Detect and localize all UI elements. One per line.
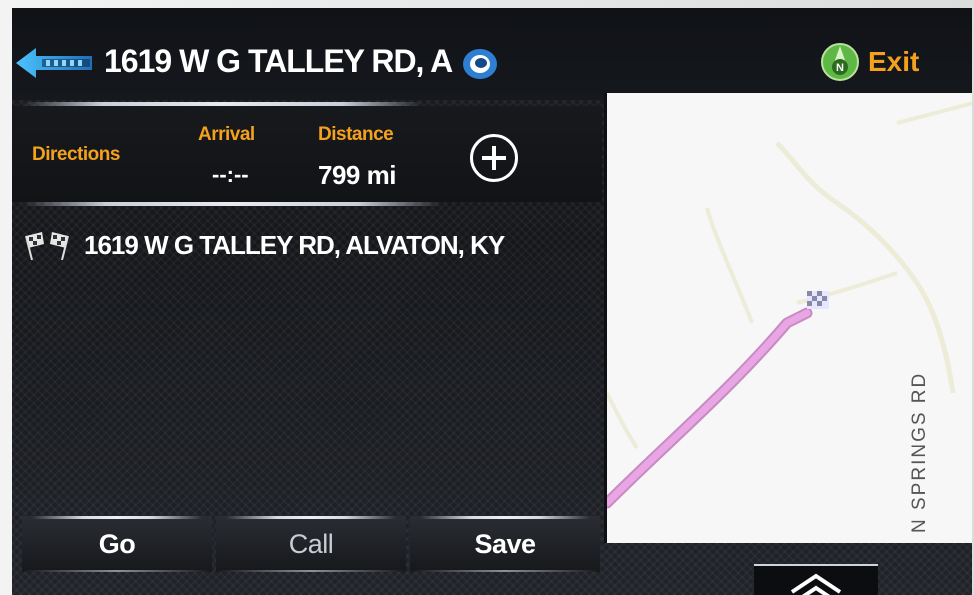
button-highlight: [32, 516, 202, 519]
map-view: N SPRINGS RD: [601, 101, 972, 533]
destination-flag-icon: [807, 291, 829, 309]
map-road: [896, 101, 972, 125]
button-separator: [216, 570, 406, 572]
exit-label: Exit: [868, 46, 920, 77]
button-highlight: [420, 516, 590, 519]
chevron-up-icon: [790, 573, 842, 595]
trip-info-panel: Directions Arrival --:-- Distance 799 mi: [12, 106, 602, 202]
back-arrow-icon[interactable]: [16, 46, 96, 80]
map-panel[interactable]: N SPRINGS RD: [601, 93, 972, 543]
go-button[interactable]: Go: [22, 516, 212, 572]
distance-label: Distance: [318, 124, 394, 145]
distance-value: 799 mi: [318, 160, 396, 190]
map-road: [705, 207, 754, 324]
save-label: Save: [474, 529, 536, 559]
destination-address: 1619 W G TALLEY RD, ALVATON, KY: [84, 230, 505, 260]
call-label: Call: [288, 529, 334, 559]
page-title: 1619 W G TALLEY RD, A: [104, 43, 453, 79]
divider: [22, 202, 442, 206]
exit-button[interactable]: N Exit: [820, 40, 930, 84]
svg-text:N: N: [836, 62, 844, 74]
button-highlight: [226, 516, 396, 519]
map-road: [605, 392, 639, 450]
button-separator: [410, 570, 600, 572]
button-separator: [22, 570, 212, 572]
add-waypoint-button[interactable]: [470, 134, 518, 182]
arrival-value: --:--: [212, 162, 249, 187]
refresh-icon[interactable]: [460, 46, 500, 82]
call-button[interactable]: Call: [216, 516, 406, 572]
arrival-label: Arrival: [198, 124, 255, 145]
go-label: Go: [98, 529, 136, 559]
map-road: [775, 141, 956, 394]
top-bar: 1619 W G TALLEY RD, A N Exit: [12, 8, 972, 100]
road-label: N SPRINGS RD: [909, 372, 930, 533]
checkered-flag-icon: [25, 232, 69, 260]
directions-label[interactable]: Directions: [32, 144, 120, 166]
destination-item[interactable]: 1619 W G TALLEY RD, ALVATON, KY: [22, 228, 602, 268]
compass-icon: N: [821, 43, 859, 81]
expand-handle-button[interactable]: [754, 564, 878, 595]
nav-screen: 1619 W G TALLEY RD, A N Exit Directions …: [12, 8, 972, 595]
save-button[interactable]: Save: [410, 516, 600, 572]
